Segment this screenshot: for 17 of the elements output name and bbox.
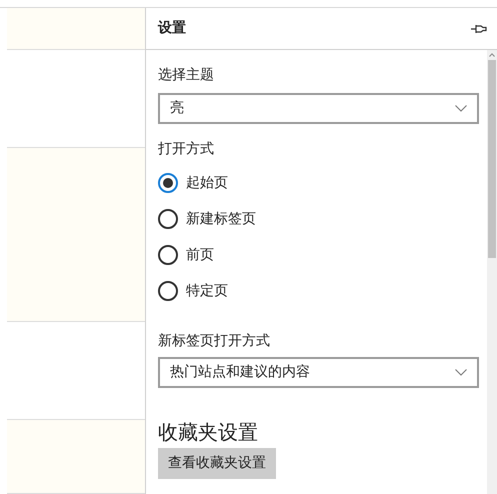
new-tab-dropdown[interactable]: 热门站点和建议的内容: [158, 357, 479, 388]
radio-option[interactable]: 起始页: [158, 165, 487, 201]
new-tab-label: 新标签页打开方式: [158, 332, 271, 351]
chevron-down-icon: [455, 369, 467, 376]
radio-option[interactable]: 特定页: [158, 273, 487, 309]
pin-icon[interactable]: [471, 24, 487, 34]
panel-title: 设置: [158, 19, 186, 38]
chevron-down-icon: [455, 105, 467, 112]
scrollbar[interactable]: [487, 50, 497, 494]
theme-label: 选择主题: [158, 66, 215, 85]
radio-option[interactable]: 前页: [158, 237, 487, 273]
radio-option[interactable]: 新建标签页: [158, 201, 487, 237]
open-with-label: 打开方式: [158, 140, 215, 159]
favorites-heading: 收藏夹设置: [158, 419, 259, 446]
theme-dropdown[interactable]: 亮: [158, 93, 479, 124]
scroll-up-icon[interactable]: [489, 53, 495, 57]
view-favorites-button[interactable]: 查看收藏夹设置: [158, 448, 276, 479]
